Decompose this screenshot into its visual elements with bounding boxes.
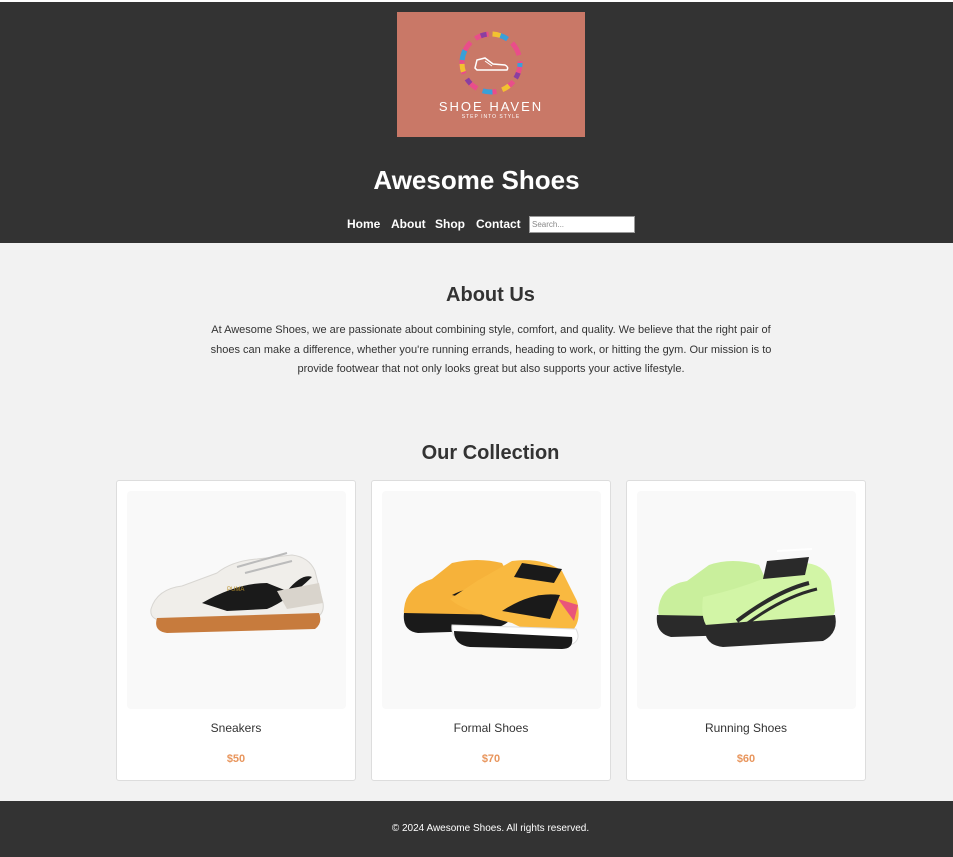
sneaker-lime-green-icon[interactable] xyxy=(637,491,856,709)
sneaker-orange-black-icon[interactable] xyxy=(382,491,601,709)
site-footer: © 2024 Awesome Shoes. All rights reserve… xyxy=(0,801,953,857)
collection-title: Our Collection xyxy=(421,442,560,464)
product-name: Sneakers xyxy=(210,721,262,735)
svg-text:PUMA: PUMA xyxy=(227,587,244,593)
product-card-formal-shoes[interactable]: Formal Shoes $70 xyxy=(371,480,611,781)
product-name: Formal Shoes xyxy=(453,721,529,735)
product-price: $60 xyxy=(736,753,756,765)
product-price: $50 xyxy=(226,753,246,765)
about-title: About Us xyxy=(446,284,535,306)
about-text: At Awesome Shoes, we are passionate abou… xyxy=(210,324,772,376)
product-card-running-shoes[interactable]: Running Shoes $60 xyxy=(626,480,866,781)
search-input[interactable] xyxy=(529,216,635,233)
logo-name: SHOE HAVEN xyxy=(438,99,544,114)
sneaker-white-black-icon[interactable]: PUMA xyxy=(127,491,346,709)
product-card-sneakers[interactable]: PUMA Sneakers $50 xyxy=(116,480,356,781)
product-price: $70 xyxy=(481,753,501,765)
product-name: Running Shoes xyxy=(704,721,788,735)
copyright-text: © 2024 Awesome Shoes. All rights reserve… xyxy=(391,823,590,834)
nav-link-about[interactable]: About xyxy=(391,217,426,231)
nav-link-shop[interactable]: Shop xyxy=(435,217,465,231)
main-nav: Home About Shop Contact xyxy=(0,216,953,238)
logo-tagline: STEP INTO STYLE xyxy=(461,114,521,120)
shoe-haven-logo[interactable]: SHOE HAVEN STEP INTO STYLE xyxy=(397,12,585,137)
site-title: Awesome Shoes xyxy=(373,165,580,195)
nav-link-contact[interactable]: Contact xyxy=(476,217,521,231)
nav-link-home[interactable]: Home xyxy=(347,217,380,231)
site-header: SHOE HAVEN STEP INTO STYLE Awesome Shoes… xyxy=(0,2,953,243)
